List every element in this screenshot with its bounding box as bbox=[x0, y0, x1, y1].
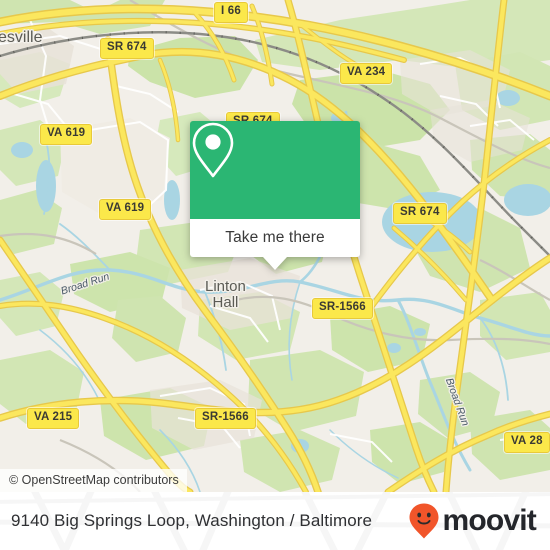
moovit-wordmark: moovit bbox=[442, 504, 536, 537]
address-label: 9140 Big Springs Loop, Washington / Balt… bbox=[11, 511, 373, 530]
road-shield: SR-1566 bbox=[195, 408, 256, 429]
map-screenshot: I 66SR 674VA 234SR 674VA 619VA 619SR 674… bbox=[0, 0, 550, 550]
place-label: Linton Hall bbox=[205, 278, 246, 311]
map-canvas[interactable]: I 66SR 674VA 234SR 674VA 619VA 619SR 674… bbox=[0, 0, 550, 492]
location-pin-icon bbox=[192, 122, 234, 178]
popup-action-bar[interactable]: Take me there bbox=[190, 219, 360, 257]
road-shield: VA 619 bbox=[40, 124, 93, 145]
moovit-smiley-pin-icon bbox=[409, 503, 439, 539]
road-shield: SR-1566 bbox=[312, 298, 373, 319]
road-shield: I 66 bbox=[214, 2, 248, 23]
moovit-logo[interactable]: moovit bbox=[408, 502, 537, 540]
take-me-there-label: Take me there bbox=[225, 229, 325, 246]
road-shield: VA 234 bbox=[340, 63, 393, 84]
location-popup-card[interactable]: Take me there bbox=[190, 121, 360, 270]
place-label: esville bbox=[0, 29, 43, 46]
popup-pointer-tail bbox=[263, 257, 287, 270]
footer-bar: 9140 Big Springs Loop, Washington / Balt… bbox=[0, 492, 550, 550]
road-shield: VA 28 bbox=[504, 432, 550, 453]
road-shield: VA 215 bbox=[27, 408, 80, 429]
osm-attribution[interactable]: © OpenStreetMap contributors bbox=[0, 469, 187, 492]
road-shield: SR 674 bbox=[393, 203, 447, 224]
road-shield: SR 674 bbox=[100, 38, 154, 59]
popup-header bbox=[190, 121, 360, 219]
road-shield: VA 619 bbox=[99, 199, 152, 220]
